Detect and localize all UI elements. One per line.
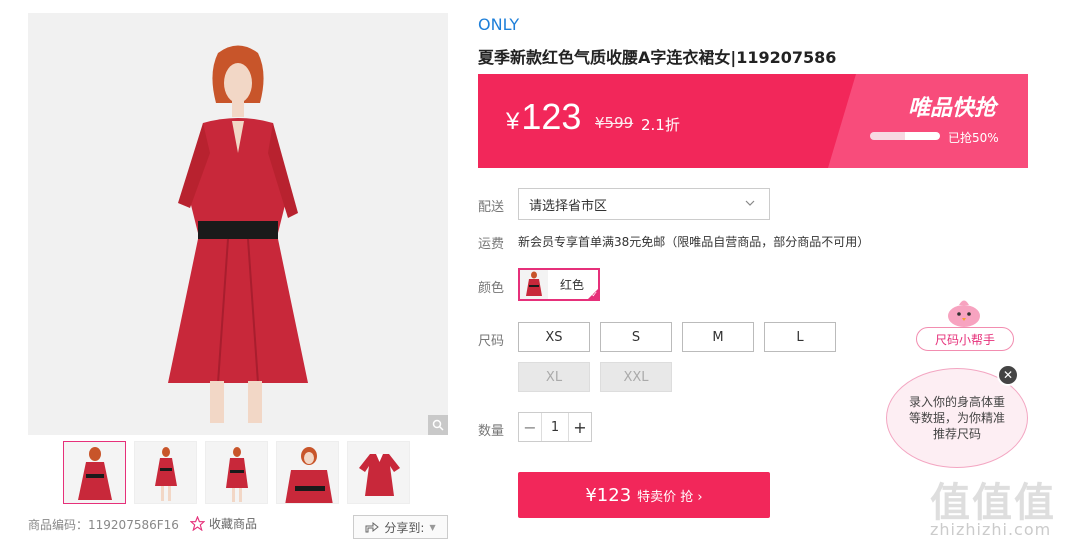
quantity-value[interactable]: 1: [541, 413, 569, 441]
current-price: ¥123: [506, 96, 581, 138]
shipping-label: 运费: [478, 237, 505, 252]
price-value: 123: [521, 96, 582, 137]
sold-progress-fill: [870, 132, 905, 140]
thumbnail[interactable]: [347, 441, 410, 504]
zoom-icon[interactable]: [428, 415, 448, 435]
sold-progress-bar: [870, 132, 940, 140]
price-banner: ¥123 ¥599 2.1折 唯品快抢 已抢50%: [478, 74, 1028, 168]
thumbnail[interactable]: [205, 441, 268, 504]
thumbnail-strip: [63, 441, 410, 504]
size-helper-button[interactable]: 尺码小帮手: [916, 327, 1014, 351]
shipping-info: 新会员专享首单满38元免邮（限唯品自营商品，部分商品不可用）: [518, 235, 870, 249]
size-helper-text: 录入你的身高体重等数据，为你精准推荐尺码: [908, 395, 1005, 441]
sold-progress-text: 已抢50%: [948, 131, 999, 145]
favorite-button[interactable]: 收藏商品: [190, 515, 257, 532]
thumbnail[interactable]: [63, 441, 126, 504]
watermark-site: zhizhizhi.com: [930, 520, 1052, 539]
discount-rate: 2.1折: [641, 116, 680, 134]
delivery-label: 配送: [478, 200, 505, 215]
size-option-xs[interactable]: XS: [518, 322, 590, 352]
star-icon: [190, 516, 205, 531]
color-name: 红色: [560, 278, 585, 292]
original-price: ¥599: [595, 114, 634, 132]
thumbnail[interactable]: [134, 441, 197, 504]
size-option-m[interactable]: M: [682, 322, 754, 352]
close-icon[interactable]: ✕: [997, 364, 1019, 386]
share-label: 分享到:: [384, 520, 425, 535]
brand-link[interactable]: ONLY: [478, 15, 519, 34]
size-option-s[interactable]: S: [600, 322, 672, 352]
product-code: 商品编码： 119207586F16: [28, 516, 179, 533]
flash-sale-title: 唯品快抢: [907, 96, 996, 121]
increase-button[interactable]: +: [569, 413, 591, 441]
color-swatch: [520, 270, 548, 299]
check-icon: ✓: [591, 290, 598, 299]
buy-button[interactable]: ¥123 特卖价 抢 ›: [518, 472, 770, 518]
size-option-xl: XL: [518, 362, 590, 392]
currency-symbol: ¥: [506, 108, 520, 135]
color-option-red[interactable]: 红色 ✓: [518, 268, 600, 301]
buy-label: 特卖价 抢 ›: [637, 489, 703, 505]
main-product-image[interactable]: [28, 13, 448, 435]
product-code-value: 119207586F16: [88, 517, 179, 532]
size-option-l[interactable]: L: [764, 322, 836, 352]
quantity-stepper: − 1 +: [518, 412, 592, 442]
decrease-button[interactable]: −: [519, 413, 541, 441]
share-icon: [365, 521, 380, 533]
region-select[interactable]: 请选择省市区: [518, 188, 770, 220]
region-placeholder: 请选择省市区: [529, 198, 608, 214]
watermark: 值值值 zhizhizhi.com: [930, 470, 1070, 544]
chevron-down-icon: ▼: [429, 522, 436, 532]
chevron-down-icon: [745, 198, 755, 211]
model-photo: [168, 45, 308, 423]
buy-price: ¥123: [585, 484, 632, 506]
bird-mascot-icon[interactable]: [945, 296, 983, 328]
color-label: 颜色: [478, 281, 505, 296]
share-dropdown[interactable]: 分享到: ▼: [353, 515, 448, 539]
size-option-xxl: XXL: [600, 362, 672, 392]
thumbnail[interactable]: [276, 441, 339, 504]
product-code-label: 商品编码：: [28, 518, 89, 532]
quantity-label: 数量: [478, 424, 505, 439]
size-label: 尺码: [478, 334, 505, 349]
favorite-label: 收藏商品: [209, 517, 258, 531]
product-title: 夏季新款红色气质收腰A字连衣裙女|119207586: [478, 48, 837, 67]
